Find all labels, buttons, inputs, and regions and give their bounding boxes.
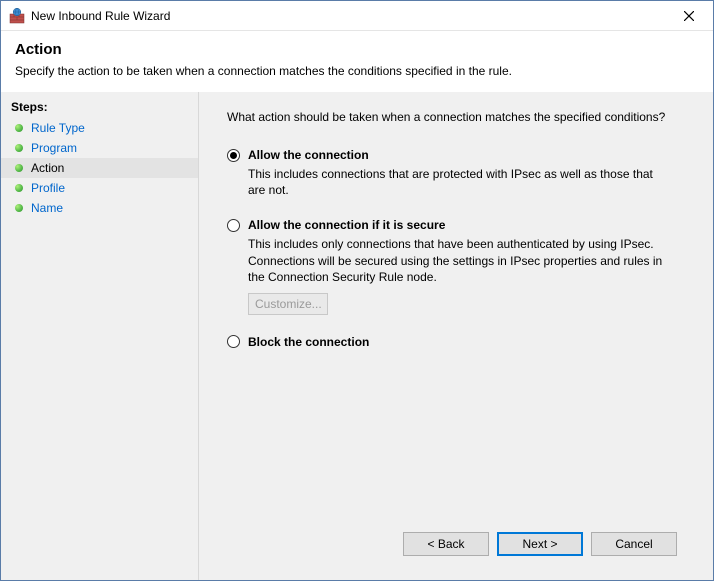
radio-allow[interactable] — [227, 149, 240, 162]
titlebar: New Inbound Rule Wizard — [1, 1, 713, 31]
bullet-icon — [15, 144, 23, 152]
option-label: Allow the connection — [248, 148, 369, 162]
step-label: Profile — [31, 181, 65, 195]
firewall-icon — [9, 8, 25, 24]
body: Steps: Rule Type Program Action Profile … — [1, 92, 713, 580]
step-action[interactable]: Action — [1, 158, 198, 178]
step-rule-type[interactable]: Rule Type — [1, 118, 198, 138]
customize-button: Customize... — [248, 293, 328, 315]
step-label: Action — [31, 161, 64, 175]
wizard-window: New Inbound Rule Wizard Action Specify t… — [0, 0, 714, 581]
close-icon — [684, 11, 694, 21]
step-program[interactable]: Program — [1, 138, 198, 158]
action-prompt: What action should be taken when a conne… — [227, 110, 691, 124]
step-label: Program — [31, 141, 77, 155]
header: Action Specify the action to be taken wh… — [1, 31, 713, 92]
page-subtitle: Specify the action to be taken when a co… — [15, 64, 699, 78]
back-button[interactable]: < Back — [403, 532, 489, 556]
step-name[interactable]: Name — [1, 198, 198, 218]
main-panel: What action should be taken when a conne… — [199, 92, 713, 580]
steps-sidebar: Steps: Rule Type Program Action Profile … — [1, 92, 199, 580]
bullet-icon — [15, 184, 23, 192]
bullet-icon — [15, 164, 23, 172]
option-description: This includes only connections that have… — [248, 236, 668, 285]
bullet-icon — [15, 124, 23, 132]
bullet-icon — [15, 204, 23, 212]
options-group: Allow the connection This includes conne… — [227, 148, 691, 520]
option-description: This includes connections that are prote… — [248, 166, 668, 198]
step-label: Rule Type — [31, 121, 85, 135]
option-label: Block the connection — [248, 335, 369, 349]
next-button[interactable]: Next > — [497, 532, 583, 556]
close-button[interactable] — [667, 1, 711, 30]
window-title: New Inbound Rule Wizard — [31, 9, 667, 23]
footer: < Back Next > Cancel — [227, 520, 691, 568]
steps-heading: Steps: — [1, 98, 198, 118]
option-allow-secure: Allow the connection if it is secure Thi… — [227, 218, 691, 315]
page-title: Action — [15, 41, 699, 58]
option-allow: Allow the connection This includes conne… — [227, 148, 691, 198]
option-block: Block the connection — [227, 335, 691, 349]
step-label: Name — [31, 201, 63, 215]
option-label: Allow the connection if it is secure — [248, 218, 445, 232]
step-profile[interactable]: Profile — [1, 178, 198, 198]
cancel-button[interactable]: Cancel — [591, 532, 677, 556]
radio-allow-secure[interactable] — [227, 219, 240, 232]
radio-block[interactable] — [227, 335, 240, 348]
